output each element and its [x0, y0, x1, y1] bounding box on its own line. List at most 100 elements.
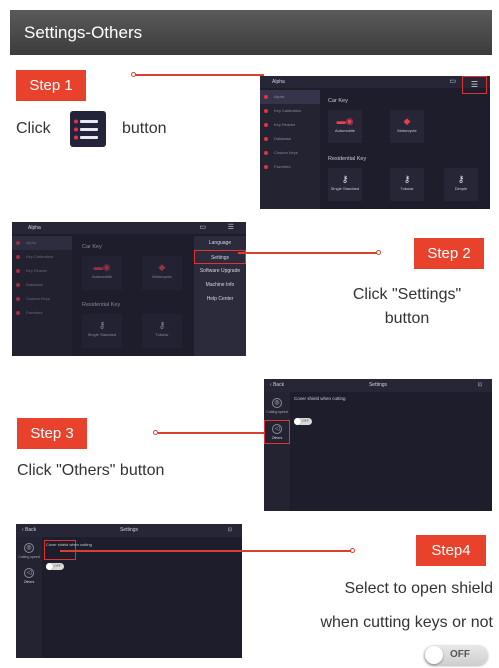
car-key-icon: ▬◉ [336, 116, 354, 126]
shield-toggle[interactable]: OFF [294, 418, 312, 425]
step1-menu-highlight: ☰ [462, 76, 487, 94]
tile-single-standard[interactable]: ⚷ Single Standard [328, 168, 362, 201]
tile-label: Single Standard [87, 332, 117, 337]
step3-screen: ‹ Back Settings ⊡ ◎ Cutting speed ◁ Othe… [264, 379, 492, 511]
step4-leader [60, 550, 352, 552]
dimple-key-icon: ⚷ [457, 174, 465, 184]
toggle-knob [425, 646, 443, 664]
sidebar-item[interactable]: Key Calibration [12, 250, 72, 264]
step2-instruction-line1: Click "Settings" [352, 286, 462, 303]
sidebar-item[interactable]: Database [12, 278, 72, 292]
car-key-icon: ▬◉ [93, 262, 111, 272]
tile-motorcycle[interactable]: ◆ Motorcycle [390, 110, 424, 143]
step1-sidebar: Alpha Key Calibration Key Reader Databas… [260, 90, 320, 209]
tile-tubular[interactable]: ⚷ Tubular [142, 314, 182, 348]
option-label: Cover shield when cutting [294, 396, 346, 401]
nav-others[interactable]: ◁ Others [264, 420, 290, 444]
sidebar-item[interactable]: Key Calibration [260, 104, 320, 118]
tile-tubular[interactable]: ⚷ Tubular [390, 168, 424, 201]
step3-leader [158, 432, 266, 434]
step1-leader [134, 74, 264, 76]
sidebar-item[interactable]: Alpha [260, 90, 320, 104]
section-title: Car Key [82, 244, 102, 250]
sidebar-item[interactable]: Database [260, 132, 320, 146]
tile-label: Motorcycle [397, 128, 417, 133]
sidebar-item[interactable]: Custom Keys [12, 292, 72, 306]
tile-motorcycle[interactable]: ◆ Motorcycle [142, 256, 182, 290]
sidebar-item[interactable]: Alpha [12, 236, 72, 250]
tile-single-standard[interactable]: ⚷ Single Standard [82, 314, 122, 348]
step2-instruction-line2: button [384, 310, 430, 327]
tile-label: Automobile [91, 274, 112, 279]
section-title: Car Key [328, 98, 348, 104]
sidebar-item[interactable]: Favorites [260, 160, 320, 174]
tile-label: Tubular [400, 186, 414, 191]
step2-sidebar: Alpha Key Calibration Key Reader Databas… [12, 236, 72, 356]
screen-title: Settings [119, 527, 139, 533]
step4-titlebar: ‹ Back Settings ⊡ [16, 524, 242, 537]
speed-icon: ◎ [24, 543, 34, 553]
tubular-key-icon: ⚷ [158, 320, 166, 330]
menu-icon[interactable]: ☰ [463, 77, 486, 92]
step1-titlebar: Alpha ▭ [260, 76, 490, 88]
step1-app-title: Alpha [272, 79, 285, 85]
tile-label: Single Standard [330, 186, 360, 191]
option-label: Cover shield when cutting [46, 542, 92, 547]
menu-icon[interactable]: ☰ [228, 222, 234, 234]
page-title: Settings-Others [10, 10, 492, 55]
speed-icon: ◎ [272, 398, 282, 408]
menu-button-illustration [70, 111, 106, 147]
step2-titlebar: Alpha ▭ ☰ [12, 222, 246, 234]
hamburger-menu-icon [74, 119, 98, 140]
nav-label: Others [271, 436, 283, 440]
step2-leader [238, 252, 378, 254]
motorcycle-icon: ◆ [403, 116, 411, 126]
key-icon: ⚷ [341, 174, 349, 184]
dropdown-menu: Language Settings Software Upgrade Machi… [194, 236, 246, 356]
window-icon: ⊡ [477, 382, 482, 388]
tile-dimple[interactable]: ⚷ Dimple [444, 168, 478, 201]
message-icon[interactable]: ▭ [199, 222, 206, 234]
nav-others[interactable]: ◁ Others [16, 565, 42, 587]
toggle-text: OFF [54, 564, 61, 568]
section-title: Residential Key [328, 156, 367, 162]
tile-automobile[interactable]: ▬◉ Automobile [328, 110, 362, 143]
off-toggle-illustration[interactable]: OFF [424, 645, 488, 665]
shield-toggle[interactable]: OFF [46, 563, 64, 570]
nav-cutting-speed[interactable]: ◎ Cutting speed [264, 392, 290, 414]
settings-side-nav: ◎ Cutting speed ◁ Others [264, 392, 290, 511]
step3-instruction: Click "Others" button [17, 462, 165, 479]
message-icon[interactable]: ▭ [449, 76, 456, 88]
step4-instruction-line1: Select to open shield [344, 580, 493, 597]
sidebar-item[interactable]: Custom Keys [260, 146, 320, 160]
menu-item-software-upgrade[interactable]: Software Upgrade [194, 264, 246, 278]
step2-screen: Alpha ▭ ☰ Alpha Key Calibration Key Read… [12, 222, 246, 356]
tile-label: Dimple [454, 186, 468, 191]
menu-item-machine-info[interactable]: Machine Info [194, 278, 246, 292]
step3-titlebar: ‹ Back Settings ⊡ [264, 379, 492, 392]
tile-label: Automobile [334, 128, 355, 133]
menu-item-language[interactable]: Language [194, 236, 246, 250]
others-icon: ◁ [272, 424, 282, 434]
sidebar-item[interactable]: Key Reader [260, 118, 320, 132]
step4-leader-dot [350, 548, 355, 553]
toggle-knob [46, 563, 53, 570]
motorcycle-icon: ◆ [158, 262, 166, 272]
toggle-text: OFF [302, 419, 309, 423]
step1-button-text: button [122, 120, 167, 137]
sidebar-item[interactable]: Favorites [12, 306, 72, 320]
step4-badge: Step4 [416, 535, 486, 566]
step2-app-title: Alpha [28, 225, 41, 231]
screen-title: Settings [368, 382, 388, 388]
tile-label: Tubular [155, 332, 169, 337]
step4-screen: ‹ Back Settings ⊡ ◎ Cutting speed ◁ Othe… [16, 524, 242, 658]
tile-automobile[interactable]: ▬◉ Automobile [82, 256, 122, 290]
nav-cutting-speed[interactable]: ◎ Cutting speed [16, 537, 42, 559]
sidebar-item[interactable]: Key Reader [12, 264, 72, 278]
menu-item-help-center[interactable]: Help Center [194, 292, 246, 306]
tubular-key-icon: ⚷ [403, 174, 411, 184]
nav-label: Cutting speed [18, 555, 40, 559]
settings-side-nav: ◎ Cutting speed ◁ Others [16, 537, 42, 658]
step1-leader-dot [131, 72, 136, 77]
toggle-text: OFF [450, 649, 470, 660]
